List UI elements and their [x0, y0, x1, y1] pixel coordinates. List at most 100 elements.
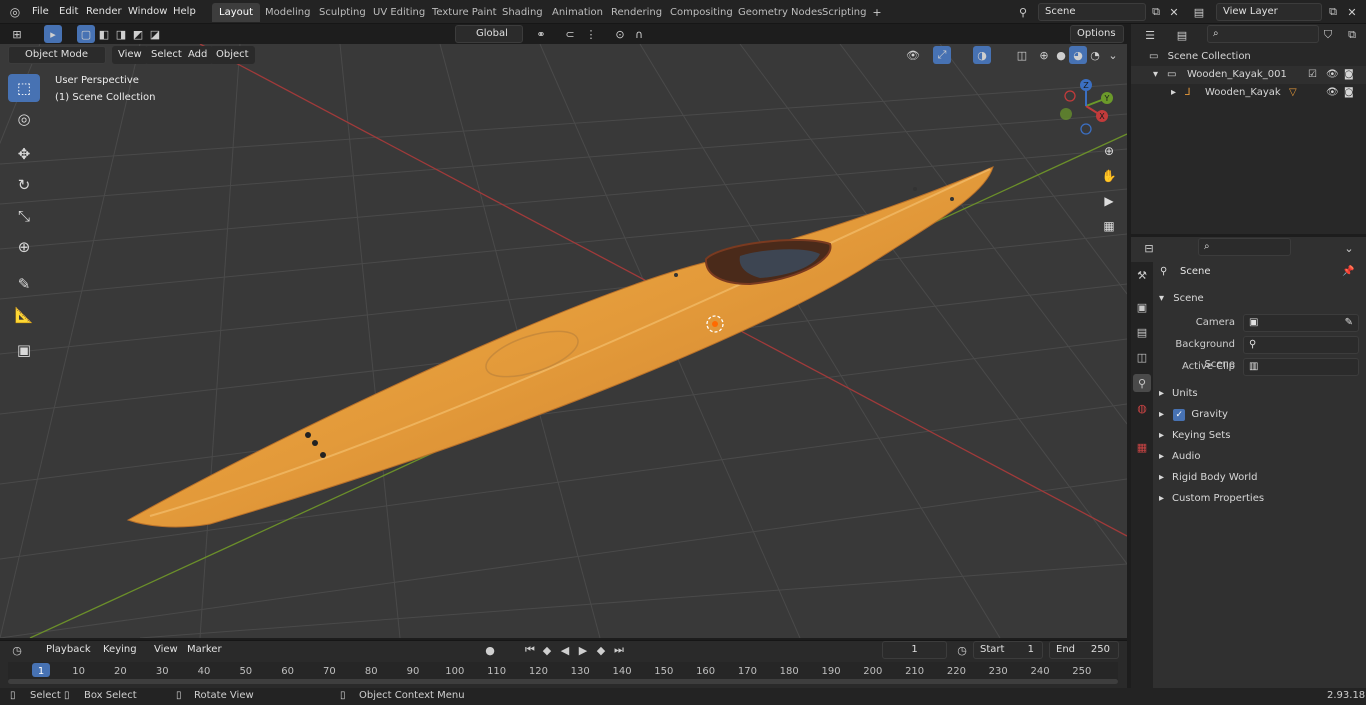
- measure-tool-icon[interactable]: 📐: [8, 301, 40, 329]
- visibility-eye-icon[interactable]: 👁: [1326, 84, 1339, 102]
- keying-menu[interactable]: Keying: [97, 641, 143, 659]
- tab-rendering[interactable]: Rendering: [604, 3, 669, 22]
- add-cube-tool-icon[interactable]: ▣: [8, 336, 40, 364]
- view-layer-tab-icon[interactable]: ◫: [1133, 348, 1151, 366]
- scene-section-header[interactable]: ▾ Scene: [1155, 289, 1360, 309]
- scale-tool-icon[interactable]: ⤡: [8, 202, 40, 230]
- display-mode-icon[interactable]: ▤: [1173, 26, 1191, 44]
- shading-options-icon[interactable]: ⌄: [1104, 46, 1122, 64]
- delete-view-layer-icon[interactable]: ✕: [1343, 3, 1361, 21]
- pan-hand-icon[interactable]: ✋: [1098, 165, 1120, 187]
- tab-modeling[interactable]: Modeling: [258, 3, 318, 22]
- object-menu[interactable]: Object: [210, 46, 255, 64]
- navigation-gizmo[interactable]: Y X Z: [1052, 76, 1122, 138]
- pivot-point-icon[interactable]: ⚭: [532, 25, 550, 43]
- timeline-editor-icon[interactable]: ◷: [8, 641, 26, 659]
- tool-tab-icon[interactable]: ⚒: [1133, 266, 1151, 284]
- tab-animation[interactable]: Animation: [545, 3, 610, 22]
- stopwatch-icon[interactable]: ◷: [953, 641, 971, 659]
- overlay-toggle-icon[interactable]: ◑: [973, 46, 991, 64]
- visibility-eye-icon[interactable]: 👁: [1326, 66, 1339, 84]
- collapse-arrow-icon[interactable]: ▸: [1171, 84, 1176, 102]
- tab-texture-paint[interactable]: Texture Paint: [425, 3, 504, 22]
- end-frame-field[interactable]: End 250: [1049, 641, 1119, 659]
- pin-icon[interactable]: 📌: [1342, 266, 1354, 277]
- visibility-icon[interactable]: 👁: [904, 46, 922, 64]
- cursor-tool-icon[interactable]: ◎: [8, 105, 40, 133]
- jump-end-icon[interactable]: ⏭: [610, 641, 628, 659]
- new-scene-icon[interactable]: ⧉: [1147, 3, 1165, 21]
- outliner-editor-icon[interactable]: ☰: [1141, 26, 1159, 44]
- panel-custom-properties[interactable]: ▸ Custom Properties: [1155, 489, 1360, 509]
- select-new-icon[interactable]: ▢: [77, 25, 95, 43]
- texture-tab-icon[interactable]: ▦: [1133, 438, 1151, 456]
- tab-layout[interactable]: Layout: [212, 3, 260, 22]
- outliner-row-scene-collection[interactable]: ▭ Scene Collection: [1149, 48, 1359, 66]
- record-icon[interactable]: ●: [481, 641, 499, 659]
- world-tab-icon[interactable]: ◍: [1133, 399, 1151, 417]
- panel-gravity[interactable]: ▸ ✓ Gravity: [1155, 405, 1360, 425]
- mode-dropdown[interactable]: Object Mode: [8, 46, 106, 64]
- playback-menu[interactable]: Playback: [40, 641, 97, 659]
- outliner-row-collection[interactable]: ▾ ▭ Wooden_Kayak_001 ☑ 👁 ◙: [1131, 66, 1366, 84]
- select-subtract-icon[interactable]: ◨: [112, 25, 130, 43]
- tab-compositing[interactable]: Compositing: [663, 3, 740, 22]
- background-scene-field[interactable]: ⚲: [1243, 336, 1359, 354]
- annotate-tool-icon[interactable]: ✎: [8, 270, 40, 298]
- ortho-grid-icon[interactable]: ▦: [1098, 215, 1120, 237]
- timeline-view-menu[interactable]: View: [148, 641, 184, 659]
- expand-arrow-icon[interactable]: ▾: [1153, 66, 1158, 84]
- filter-icon[interactable]: ⛉: [1319, 26, 1337, 44]
- options-dropdown[interactable]: Options: [1070, 25, 1124, 43]
- gizmo-toggle-icon[interactable]: ⤢: [933, 46, 951, 64]
- output-tab-icon[interactable]: ▤: [1133, 323, 1151, 341]
- transform-tool-icon[interactable]: ⊕: [8, 233, 40, 261]
- camera-field[interactable]: ▣ ✎: [1243, 314, 1359, 332]
- menu-window[interactable]: Window: [122, 3, 173, 21]
- move-tool-icon[interactable]: ✥: [8, 140, 40, 168]
- zoom-icon[interactable]: ⊕: [1098, 140, 1120, 162]
- panel-audio[interactable]: ▸ Audio: [1155, 447, 1360, 467]
- solid-shading-icon[interactable]: ●: [1052, 46, 1070, 64]
- rotate-tool-icon[interactable]: ↻: [8, 171, 40, 199]
- marker-menu[interactable]: Marker: [181, 641, 228, 659]
- camera-view-icon[interactable]: ▶: [1098, 190, 1120, 212]
- tab-sculpting[interactable]: Sculpting: [312, 3, 373, 22]
- timeline-scrollbar[interactable]: [8, 679, 1118, 684]
- panel-keying-sets[interactable]: ▸ Keying Sets: [1155, 426, 1360, 446]
- add-workspace-icon[interactable]: +: [868, 3, 886, 21]
- snap-icon[interactable]: ⊂: [561, 25, 579, 43]
- snap-target-icon[interactable]: ⋮: [582, 25, 600, 43]
- blender-logo-icon[interactable]: ◎: [6, 3, 24, 21]
- next-keyframe-icon[interactable]: ◆: [592, 641, 610, 659]
- properties-editor-icon[interactable]: ⊟: [1140, 239, 1158, 257]
- rendered-shading-icon[interactable]: ◔: [1086, 46, 1104, 64]
- outliner-search-input[interactable]: ⌕: [1207, 25, 1319, 43]
- tab-scripting[interactable]: Scripting: [815, 3, 873, 22]
- proportional-edit-icon[interactable]: ⊙: [611, 25, 629, 43]
- select-mode-icon[interactable]: ▸: [44, 25, 62, 43]
- view-layer-icon[interactable]: ▤: [1190, 3, 1208, 21]
- add-menu[interactable]: Add: [182, 46, 214, 64]
- jump-start-icon[interactable]: ⏮: [521, 641, 539, 659]
- outliner-row-object[interactable]: ▸ ⅃ Wooden_Kayak ▽ 👁 ◙: [1131, 84, 1366, 102]
- start-frame-field[interactable]: Start 1: [973, 641, 1043, 659]
- new-view-layer-icon[interactable]: ⧉: [1324, 3, 1342, 21]
- tab-uv-editing[interactable]: UV Editing: [366, 3, 432, 22]
- properties-search-input[interactable]: ⌕: [1198, 238, 1291, 256]
- play-reverse-icon[interactable]: ◀: [556, 641, 574, 659]
- delete-scene-icon[interactable]: ✕: [1165, 3, 1183, 21]
- xray-icon[interactable]: ◫: [1013, 46, 1031, 64]
- menu-render[interactable]: Render: [80, 3, 128, 21]
- select-invert-icon[interactable]: ◩: [129, 25, 147, 43]
- editor-type-icon[interactable]: ⊞: [8, 25, 26, 43]
- exclude-checkbox-icon[interactable]: ☑: [1308, 66, 1317, 84]
- render-camera-icon[interactable]: ◙: [1344, 84, 1354, 102]
- render-tab-icon[interactable]: ▣: [1133, 298, 1151, 316]
- panel-units[interactable]: ▸ Units: [1155, 384, 1360, 404]
- scene-field[interactable]: Scene: [1038, 3, 1146, 21]
- current-frame-field[interactable]: 1: [882, 641, 947, 659]
- new-collection-icon[interactable]: ⧉: [1343, 26, 1361, 44]
- select-box-tool-icon[interactable]: ⬚: [8, 74, 40, 102]
- menu-file[interactable]: File: [26, 3, 55, 21]
